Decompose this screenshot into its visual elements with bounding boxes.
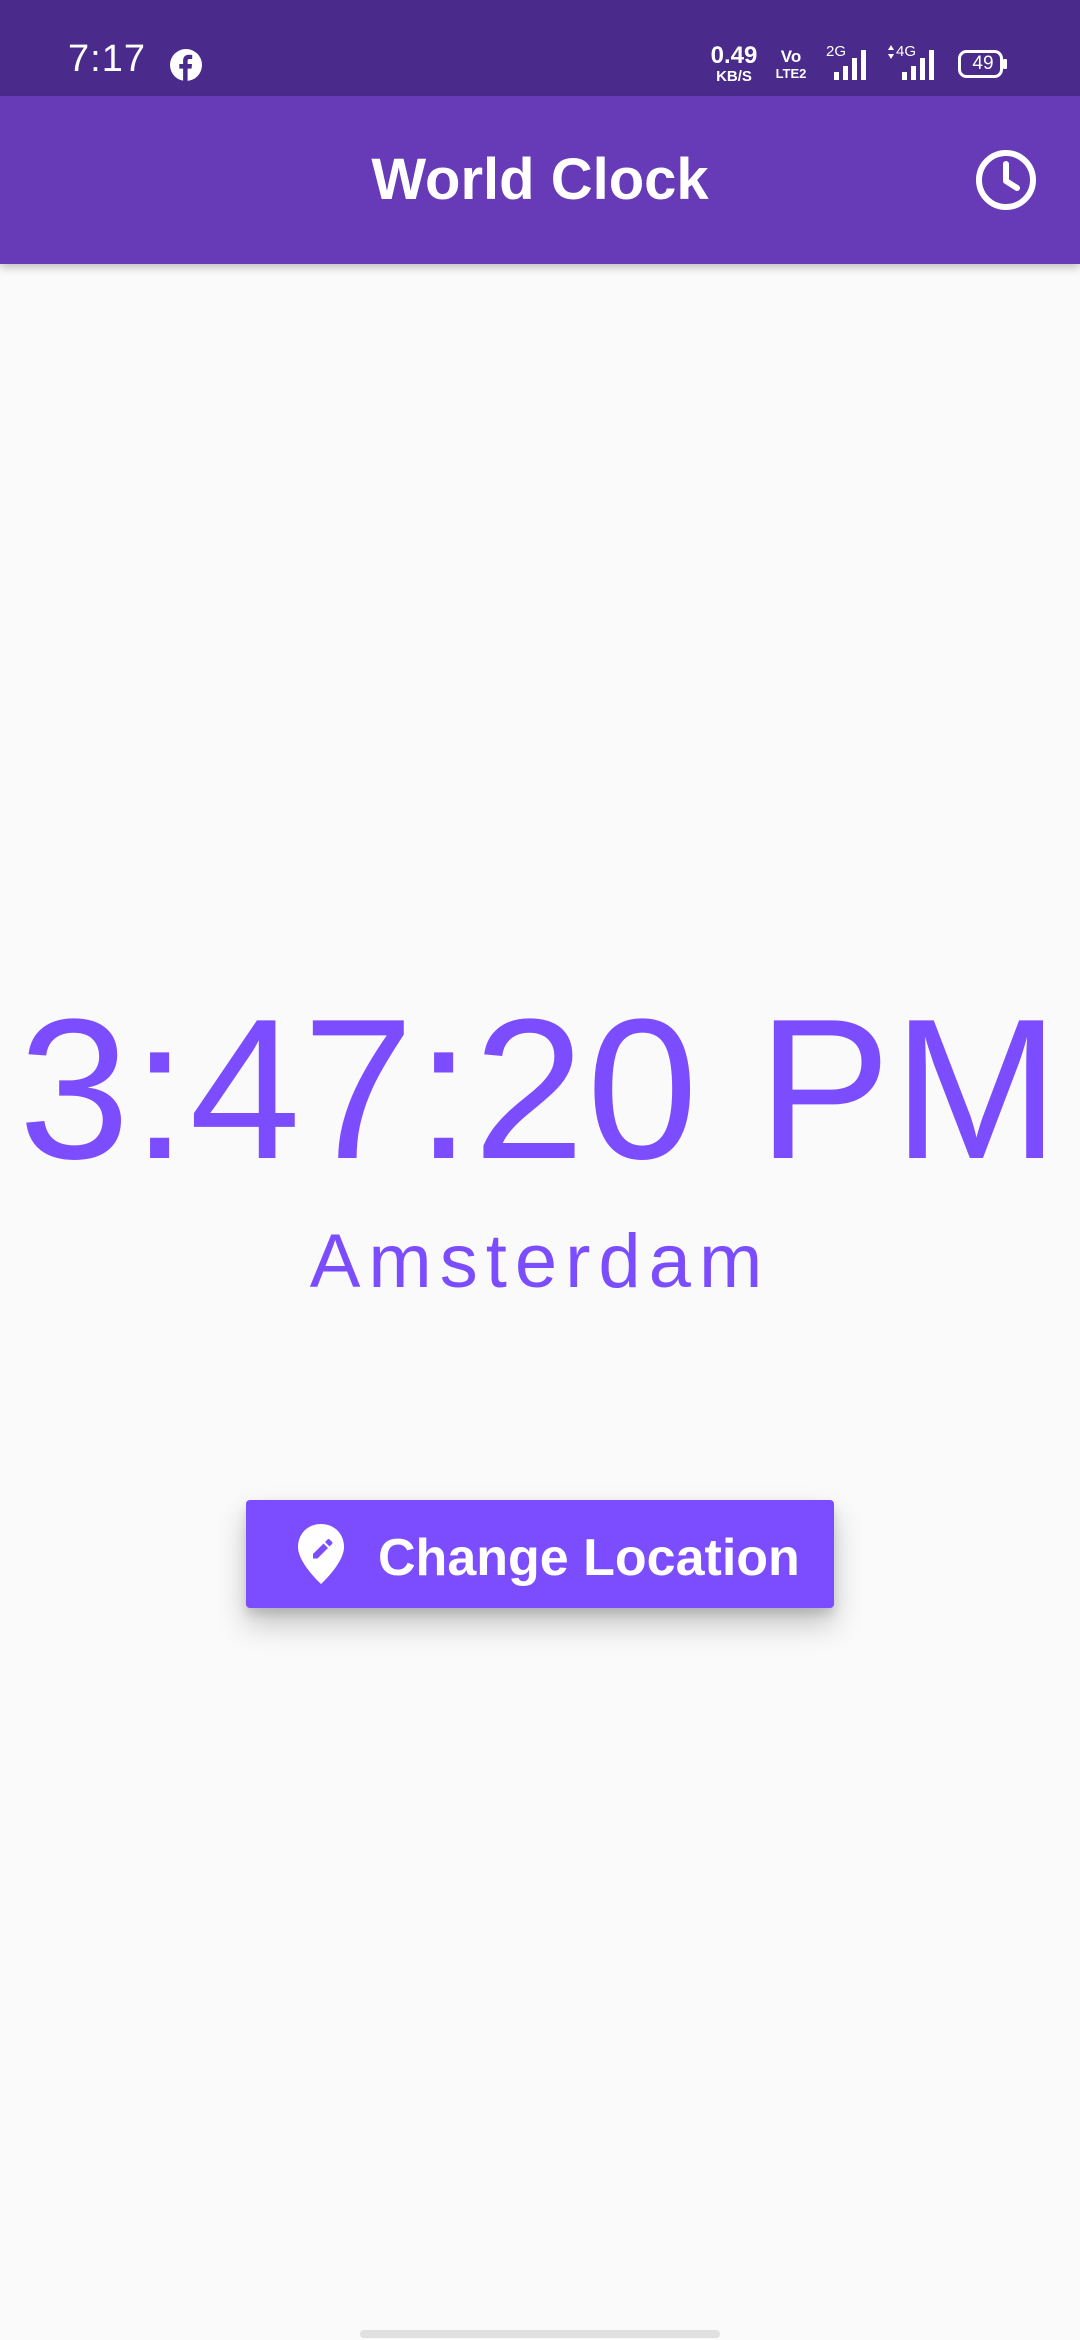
network-speed: 0.49 KB/S — [706, 42, 762, 85]
change-location-label: Change Location — [378, 1529, 800, 1587]
volte-top-label: Vo — [780, 47, 802, 66]
edit-location-icon — [298, 1524, 344, 1584]
network-speed-value: 0.49 — [710, 42, 758, 69]
signal-bars-icon — [902, 50, 934, 80]
time-display: 3:47:20 PM — [18, 978, 1062, 1201]
signal-bars-icon — [834, 50, 866, 80]
volte-bottom-label: LTE2 — [775, 66, 807, 81]
facebook-icon — [170, 49, 202, 81]
status-time: 7:17 — [68, 38, 146, 80]
volte-indicator: Vo LTE2 — [770, 48, 812, 80]
status-bar: 7:17 0.49 KB/S Vo LTE2 2G 4G 49 — [0, 0, 1080, 96]
gesture-navigation-bar[interactable] — [360, 2330, 720, 2338]
change-location-button[interactable]: Change Location — [246, 1500, 834, 1608]
location-name: Amsterdam — [309, 1219, 771, 1304]
screen: 7:17 0.49 KB/S Vo LTE2 2G 4G 49 World Cl… — [0, 0, 1080, 2340]
clock-icon[interactable] — [970, 144, 1042, 216]
app-bar: World Clock — [0, 96, 1080, 264]
app-title: World Clock — [371, 147, 709, 212]
battery-level: 49 — [972, 53, 994, 74]
network-speed-unit: KB/S — [716, 68, 752, 85]
